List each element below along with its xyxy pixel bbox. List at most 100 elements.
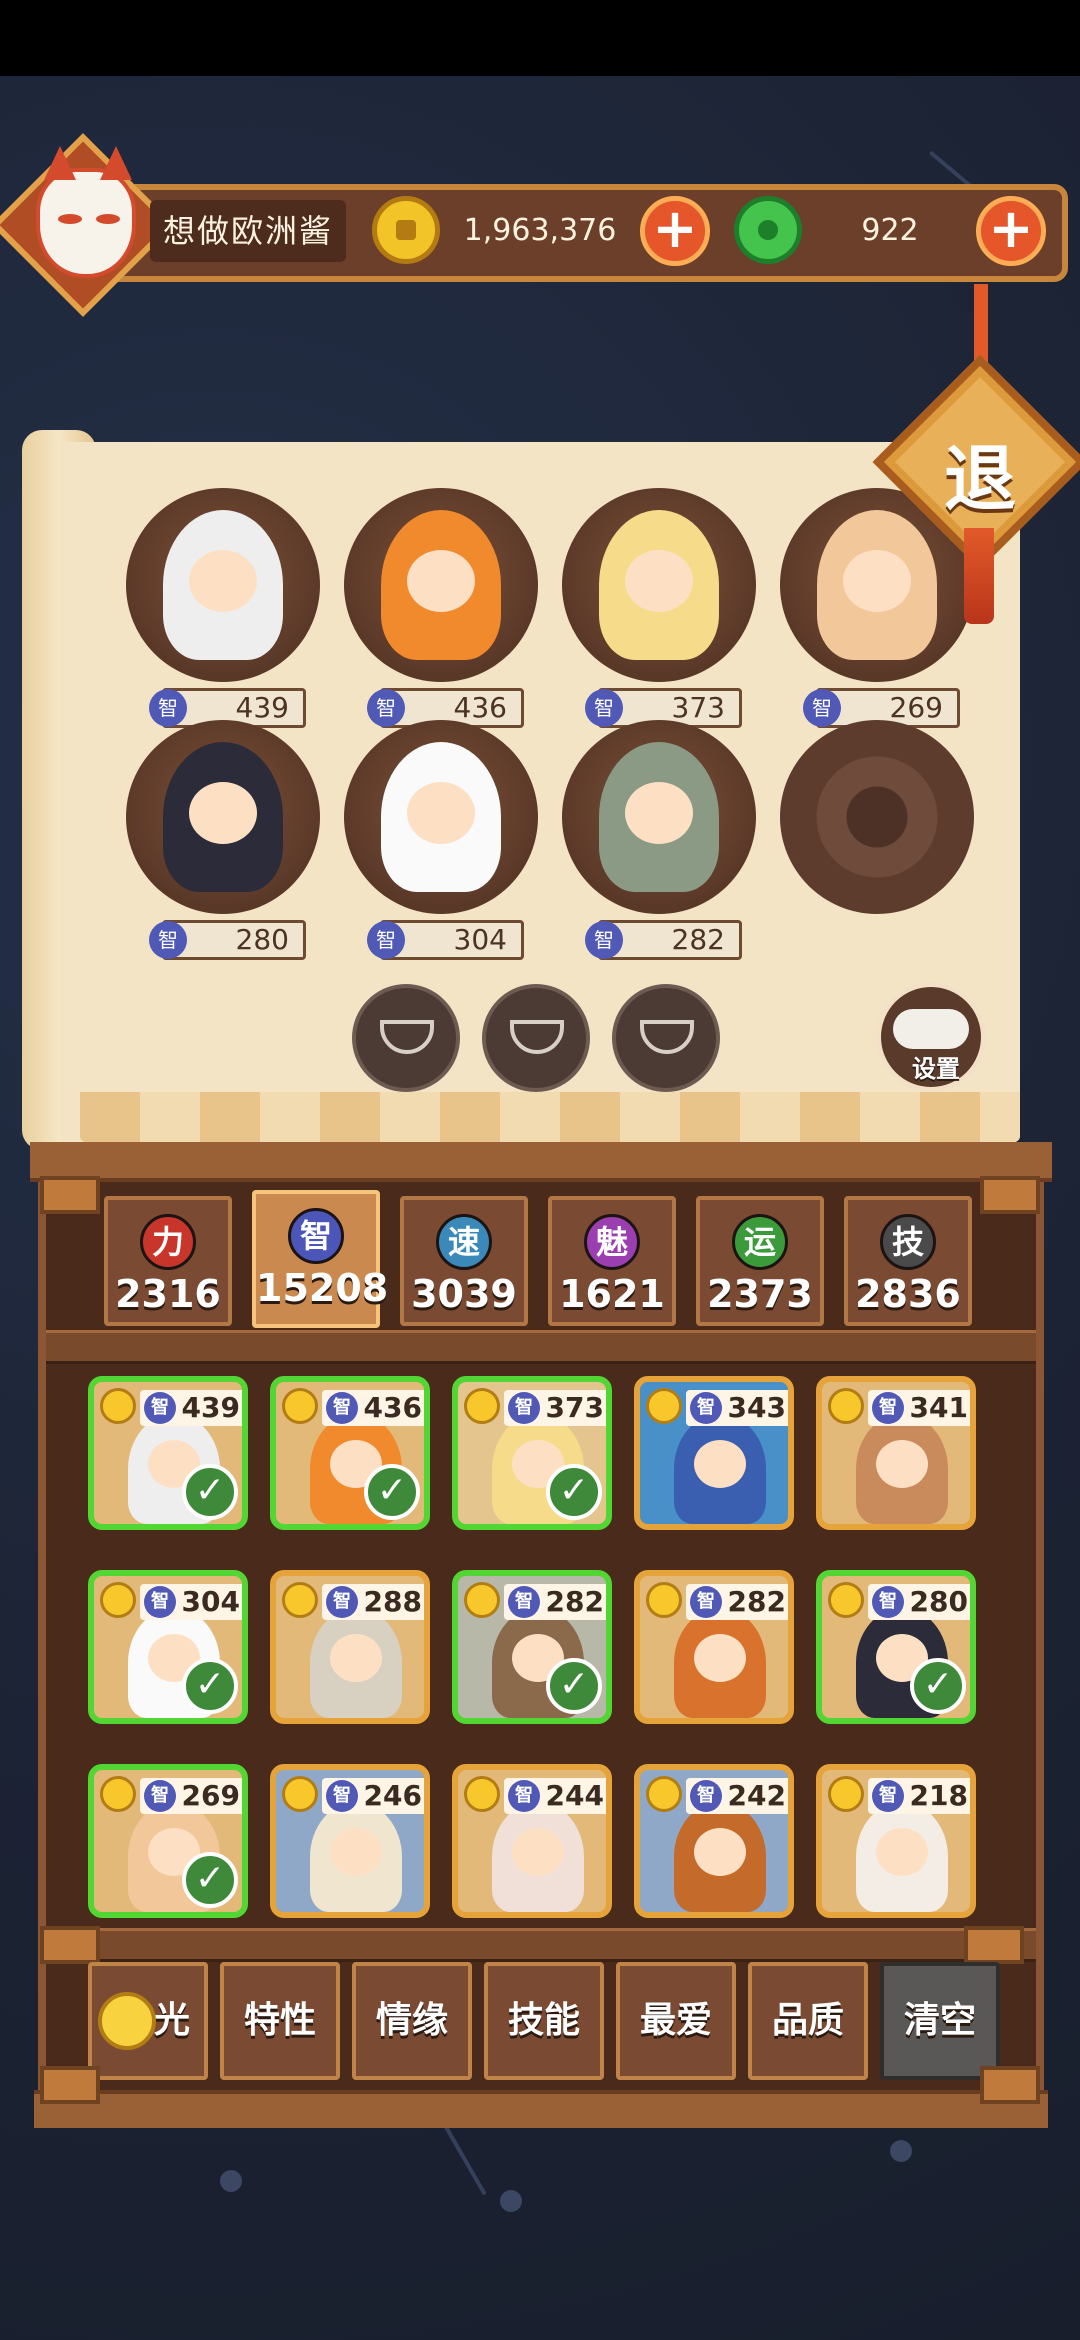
hero-card[interactable]: 智 436 ✓ (270, 1376, 430, 1530)
lineup-hero-slot[interactable] (344, 488, 538, 682)
filter-bond-button[interactable]: 情缘 (352, 1962, 472, 2080)
hero-card[interactable]: 智 282 ✓ (452, 1570, 612, 1724)
checkmark-icon: ✓ (546, 1658, 602, 1714)
intellect-icon: 智 (872, 1780, 904, 1812)
intellect-icon: 智 (508, 1780, 540, 1812)
hero-stat-value: 436 (453, 691, 507, 724)
filter-skill-button[interactable]: 技能 (484, 1962, 604, 2080)
checkmark-icon: ✓ (910, 1658, 966, 1714)
intellect-icon: 智 (367, 921, 405, 959)
hero-stat-value: 373 (545, 1391, 604, 1424)
hero-card[interactable]: 智 269 ✓ (88, 1764, 248, 1918)
intellect-icon: 智 (690, 1780, 722, 1812)
sun-icon (100, 1776, 136, 1812)
hero-stat-value: 304 (453, 923, 507, 956)
hero-stat-tag: 智 244 (504, 1778, 606, 1814)
hero-card[interactable]: 智 341 (816, 1376, 976, 1530)
lineup-hero-slot[interactable] (562, 720, 756, 914)
hero-stat-value: 269 (181, 1779, 240, 1812)
hero-stat-value: 439 (235, 691, 289, 724)
checkmark-icon: ✓ (546, 1464, 602, 1520)
hero-card[interactable]: 智 343 (634, 1376, 794, 1530)
attribute-tab-0[interactable]: 力 2316 (104, 1196, 232, 1326)
intellect-icon: 智 (803, 689, 841, 727)
hero-face (189, 782, 257, 844)
hero-card[interactable]: 智 246 (270, 1764, 430, 1918)
hero-card[interactable]: 智 373 ✓ (452, 1376, 612, 1530)
filter-clear-button[interactable]: 清空 (880, 1962, 1000, 2080)
filter-light-button[interactable]: 光 (88, 1962, 208, 2080)
checkmark-icon: ✓ (182, 1852, 238, 1908)
settings-button[interactable]: 设置 (876, 982, 986, 1092)
hero-face (330, 1634, 382, 1682)
attribute-tab-4[interactable]: 运 2373 (696, 1196, 824, 1326)
filter-label: 光 (153, 2000, 190, 2041)
intellect-icon: 智 (149, 689, 187, 727)
hero-card[interactable]: 智 280 ✓ (816, 1570, 976, 1724)
sun-icon (100, 1388, 136, 1424)
hero-stat-value: 343 (727, 1391, 786, 1424)
sun-icon (100, 1582, 136, 1618)
filter-quality-button[interactable]: 品质 (748, 1962, 868, 2080)
intellect-icon: 智 (872, 1392, 904, 1424)
hero-face (625, 550, 693, 612)
hero-stat-tag: 智 269 (140, 1778, 242, 1814)
hero-stat-tag: 智 282 (686, 1584, 788, 1620)
hero-face (407, 782, 475, 844)
gold-coin-icon (372, 196, 440, 264)
exit-label[interactable]: 退 (904, 420, 1056, 525)
cabinet-bottom-board (34, 2090, 1048, 2128)
sun-icon (646, 1776, 682, 1812)
hero-card[interactable]: 智 304 ✓ (88, 1570, 248, 1724)
sun-icon (282, 1776, 318, 1812)
gold-amount: 1,963,376 (463, 213, 617, 248)
filter-label: 品质 (771, 2000, 844, 2041)
attribute-tab-3[interactable]: 魅 1621 (548, 1196, 676, 1326)
cabinet-corner (40, 1926, 100, 1964)
sun-icon (646, 1388, 682, 1424)
hero-portrait (599, 510, 719, 660)
hero-card[interactable]: 智 439 ✓ (88, 1376, 248, 1530)
hero-stat-value: 282 (671, 923, 725, 956)
hero-card[interactable]: 智 244 (452, 1764, 612, 1918)
lineup-hero-slot[interactable] (562, 488, 756, 682)
hero-stat-tag: 智 343 (686, 1390, 788, 1426)
shelf-bar (46, 1928, 1036, 1962)
hero-portrait (817, 510, 937, 660)
filter-favorite-button[interactable]: 最爱 (616, 1962, 736, 2080)
hero-portrait (310, 1608, 402, 1718)
hero-portrait (674, 1802, 766, 1912)
lineup-hero-slot[interactable] (344, 720, 538, 914)
lineup-hero-slot[interactable] (126, 488, 320, 682)
hero-card[interactable]: 智 218 (816, 1764, 976, 1918)
sun-icon (282, 1388, 318, 1424)
empty-bowl-slot[interactable] (482, 984, 590, 1092)
hero-face (694, 1634, 746, 1682)
cabinet-corner (40, 2066, 100, 2104)
scroll-pattern (80, 1092, 1020, 1142)
filter-trait-button[interactable]: 特性 (220, 1962, 340, 2080)
sun-icon (828, 1388, 864, 1424)
constellation-star (500, 2190, 522, 2212)
hero-card[interactable]: 智 282 (634, 1570, 794, 1724)
hero-card[interactable]: 智 288 (270, 1570, 430, 1724)
attribute-icon: 力 (140, 1214, 196, 1270)
fox-mask-icon[interactable] (36, 146, 136, 278)
hero-stat-tag: 智 282 (585, 920, 742, 960)
attribute-tab-2[interactable]: 速 3039 (400, 1196, 528, 1326)
attribute-tab-1[interactable]: 智 15208 (252, 1190, 388, 1328)
attribute-icon: 智 (288, 1208, 344, 1264)
empty-bowl-slot[interactable] (612, 984, 720, 1092)
empty-bowl-slot[interactable] (352, 984, 460, 1092)
hero-stat-tag: 智 304 (140, 1584, 242, 1620)
hero-stat-value: 269 (889, 691, 943, 724)
lineup-hero-slot[interactable] (126, 720, 320, 914)
add-gold-button[interactable]: + (640, 196, 710, 266)
hero-card[interactable]: 智 242 (634, 1764, 794, 1918)
attribute-tab-5[interactable]: 技 2836 (844, 1196, 972, 1326)
empty-lineup-slot[interactable] (780, 720, 974, 914)
attribute-value: 2836 (855, 1272, 961, 1316)
intellect-icon: 智 (149, 921, 187, 959)
sun-icon (98, 1992, 156, 2050)
add-jade-button[interactable]: + (976, 196, 1046, 266)
